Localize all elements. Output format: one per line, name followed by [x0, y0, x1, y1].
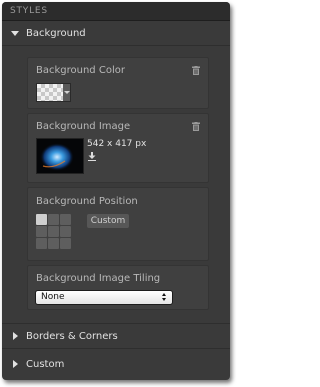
background-color-label: Background Color	[36, 65, 125, 76]
panel-title: STYLES	[2, 2, 230, 21]
background-color-card: Background Color	[27, 57, 209, 109]
background-image-thumbnail[interactable]	[36, 138, 84, 174]
custom-position-button[interactable]: Custom	[87, 214, 129, 228]
background-tiling-card: Background Image Tiling None	[27, 265, 209, 310]
trash-icon[interactable]	[192, 66, 200, 75]
section-borders-header[interactable]: Borders & Corners	[2, 323, 230, 349]
position-cell-bottom-right[interactable]	[60, 238, 71, 249]
position-grid	[36, 214, 71, 249]
background-position-label: Background Position	[36, 196, 138, 207]
position-cell-bottom-left[interactable]	[36, 238, 47, 249]
background-image-card: Background Image 542 x 417 px	[27, 113, 209, 183]
position-cell-top-center[interactable]	[48, 214, 59, 225]
background-image-label: Background Image	[36, 121, 131, 132]
position-cell-middle-left[interactable]	[36, 226, 47, 237]
trash-icon[interactable]	[192, 122, 200, 131]
triangle-right-icon	[13, 332, 18, 340]
background-tiling-label: Background Image Tiling	[36, 273, 161, 284]
background-position-card: Background Position Custom	[27, 187, 209, 261]
select-arrows-icon	[162, 293, 167, 302]
tiling-select[interactable]: None	[35, 290, 173, 305]
position-cell-middle-right[interactable]	[60, 226, 71, 237]
position-cell-top-right[interactable]	[60, 214, 71, 225]
position-cell-top-left[interactable]	[36, 214, 47, 225]
section-custom-header[interactable]: Custom	[2, 352, 230, 376]
triangle-down-icon	[11, 30, 19, 36]
styles-panel: STYLES Background Background Color Backg…	[2, 2, 230, 380]
chevron-down-icon[interactable]	[63, 83, 71, 102]
section-background-label: Background	[26, 27, 86, 39]
position-cell-bottom-center[interactable]	[48, 238, 59, 249]
download-icon[interactable]	[88, 152, 96, 161]
tiling-select-value: None	[41, 292, 65, 302]
section-borders-label: Borders & Corners	[26, 330, 118, 342]
position-cell-middle-center[interactable]	[48, 226, 59, 237]
section-background-header[interactable]: Background	[2, 21, 230, 46]
image-dimensions: 542 x 417 px	[87, 139, 147, 149]
background-color-swatch[interactable]	[36, 83, 64, 102]
triangle-right-icon	[13, 360, 18, 368]
section-custom-label: Custom	[26, 358, 65, 370]
